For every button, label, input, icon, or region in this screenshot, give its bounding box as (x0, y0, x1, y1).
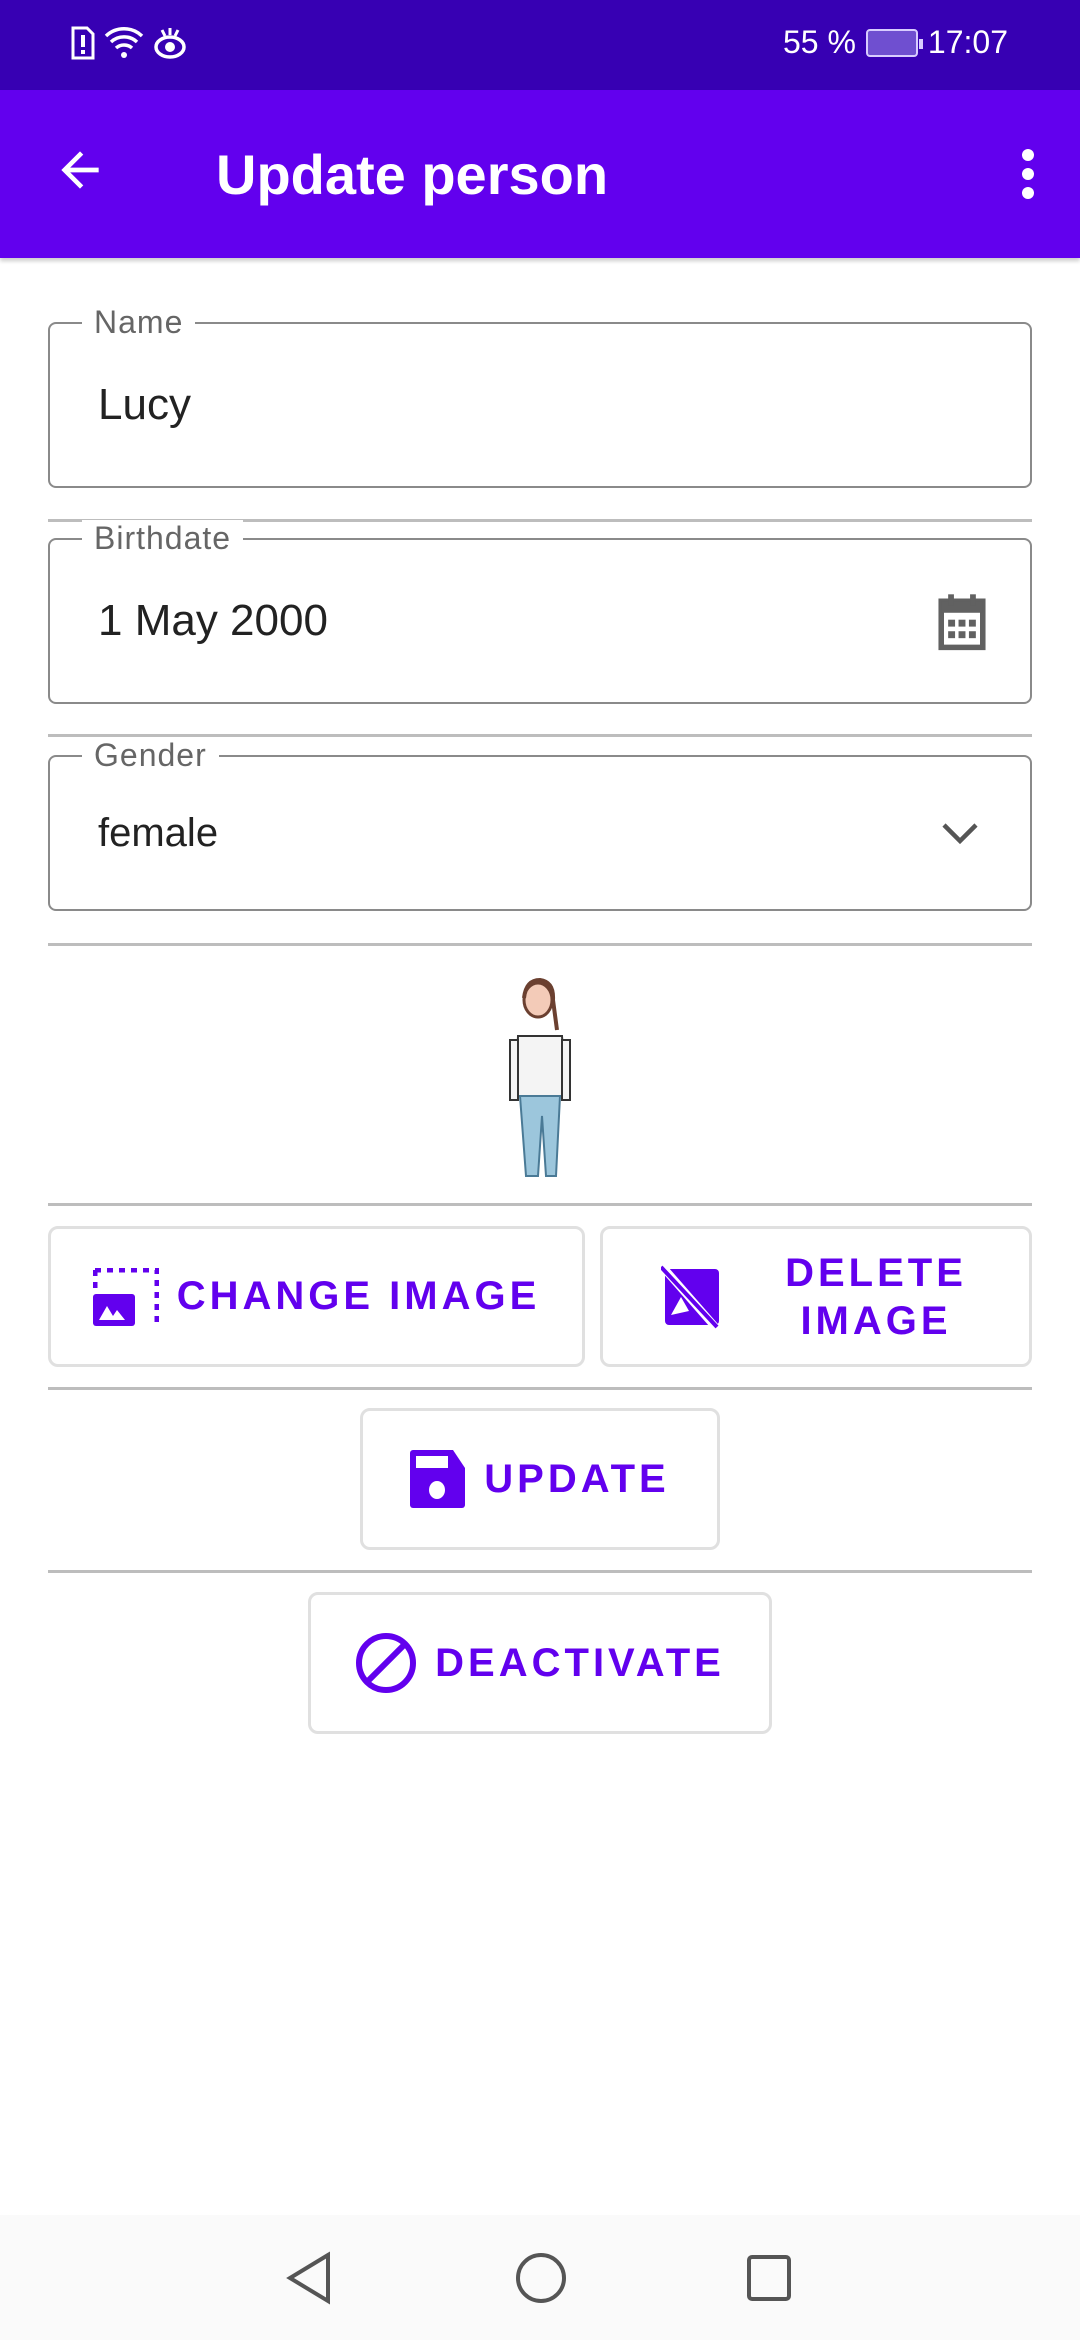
birthdate-input[interactable]: 1 May 2000 (98, 596, 328, 646)
page-title: Update person (216, 143, 609, 206)
back-arrow-icon[interactable] (52, 142, 108, 198)
chevron-down-icon[interactable] (940, 821, 980, 845)
delete-image-button[interactable]: DELETE IMAGE (600, 1226, 1032, 1367)
person-image (509, 978, 571, 1177)
status-bar: 55 % 17:07 (0, 0, 1080, 90)
name-input[interactable]: Lucy (98, 380, 191, 430)
nav-home-icon[interactable] (514, 2251, 568, 2305)
divider (48, 1203, 1032, 1206)
block-icon (356, 1633, 417, 1693)
sim-alert-icon (71, 26, 95, 60)
divider (48, 943, 1032, 946)
change-image-label: CHANGE IMAGE (176, 1274, 541, 1318)
gender-label: Gender (82, 737, 219, 774)
birthdate-field[interactable]: Birthdate 1 May 2000 (48, 520, 1032, 704)
name-label: Name (82, 304, 196, 341)
divider (48, 1570, 1032, 1573)
battery-percent: 55 % (782, 24, 856, 60)
divider (48, 1387, 1032, 1390)
change-image-icon (92, 1267, 159, 1326)
battery-charging-icon (865, 28, 923, 57)
birthdate-label: Birthdate (82, 520, 244, 557)
nav-recents-icon[interactable] (745, 2251, 793, 2305)
clock: 17:07 (927, 24, 1008, 60)
gender-select[interactable]: Gender female (48, 737, 1032, 911)
change-image-button[interactable]: CHANGE IMAGE (48, 1226, 585, 1367)
hide-image-icon (661, 1264, 721, 1329)
app-bar: Update person (0, 90, 1080, 258)
wifi-icon (104, 27, 144, 58)
save-icon (410, 1450, 466, 1508)
calendar-icon[interactable] (934, 592, 990, 652)
name-field[interactable]: Name Lucy (48, 304, 1032, 488)
eye-icon (154, 28, 186, 59)
deactivate-button[interactable]: DEACTIVATE (308, 1592, 772, 1734)
update-label: UPDATE (484, 1456, 670, 1501)
delete-image-label: DELETE IMAGE (785, 1250, 967, 1343)
deactivate-label: DEACTIVATE (435, 1640, 725, 1685)
update-button[interactable]: UPDATE (360, 1408, 720, 1550)
more-vert-icon[interactable] (1020, 148, 1036, 200)
system-nav-bar (0, 2215, 1080, 2340)
gender-value: female (98, 811, 219, 855)
nav-back-icon[interactable] (284, 2251, 334, 2305)
